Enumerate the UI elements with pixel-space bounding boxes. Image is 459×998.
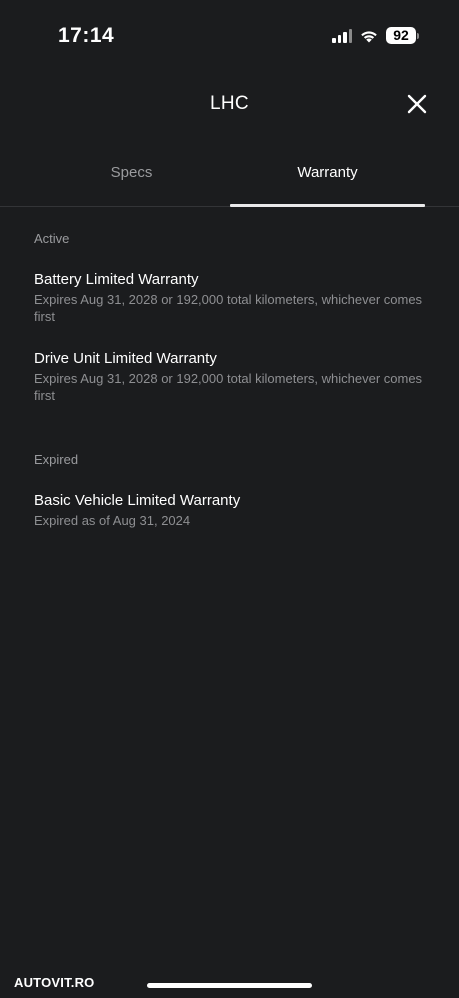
warranty-title: Basic Vehicle Limited Warranty xyxy=(34,492,241,509)
status-time: 17:14 xyxy=(58,24,115,47)
warranty-description: Expired as of Aug 31, 2024 xyxy=(34,513,191,528)
section-label-active: Active xyxy=(34,231,70,246)
warranty-description: Expires Aug 31, 2028 or 192,000 total ki… xyxy=(34,292,423,324)
battery-icon: 92 xyxy=(386,27,419,44)
section-label-expired: Expired xyxy=(34,452,79,467)
signal-icon xyxy=(332,28,352,43)
tab-specs[interactable]: Specs xyxy=(34,164,229,181)
warranty-item-drive-unit[interactable]: Drive Unit Limited Warranty Expires Aug … xyxy=(34,349,425,404)
tab-bar: Specs Warranty xyxy=(0,150,459,207)
warranty-item-basic-vehicle[interactable]: Basic Vehicle Limited Warranty Expired a… xyxy=(34,491,425,529)
warranty-item-battery[interactable]: Battery Limited Warranty Expires Aug 31,… xyxy=(34,270,425,325)
wifi-icon xyxy=(361,30,377,42)
active-tab-indicator xyxy=(230,204,425,207)
status-icons: 92 xyxy=(332,27,419,44)
warranty-title: Drive Unit Limited Warranty xyxy=(34,350,217,367)
close-icon[interactable] xyxy=(407,94,427,114)
page-title: LHC xyxy=(210,93,249,114)
battery-level: 92 xyxy=(386,27,416,44)
close-button[interactable] xyxy=(407,94,427,114)
tab-warranty[interactable]: Warranty xyxy=(230,164,425,181)
warranty-title: Battery Limited Warranty xyxy=(34,271,199,288)
warranty-description: Expires Aug 31, 2028 or 192,000 total ki… xyxy=(34,371,423,403)
watermark: AUTOVIT.RO xyxy=(14,975,95,990)
home-indicator[interactable] xyxy=(147,983,312,988)
status-bar: 17:14 92 xyxy=(0,0,459,74)
